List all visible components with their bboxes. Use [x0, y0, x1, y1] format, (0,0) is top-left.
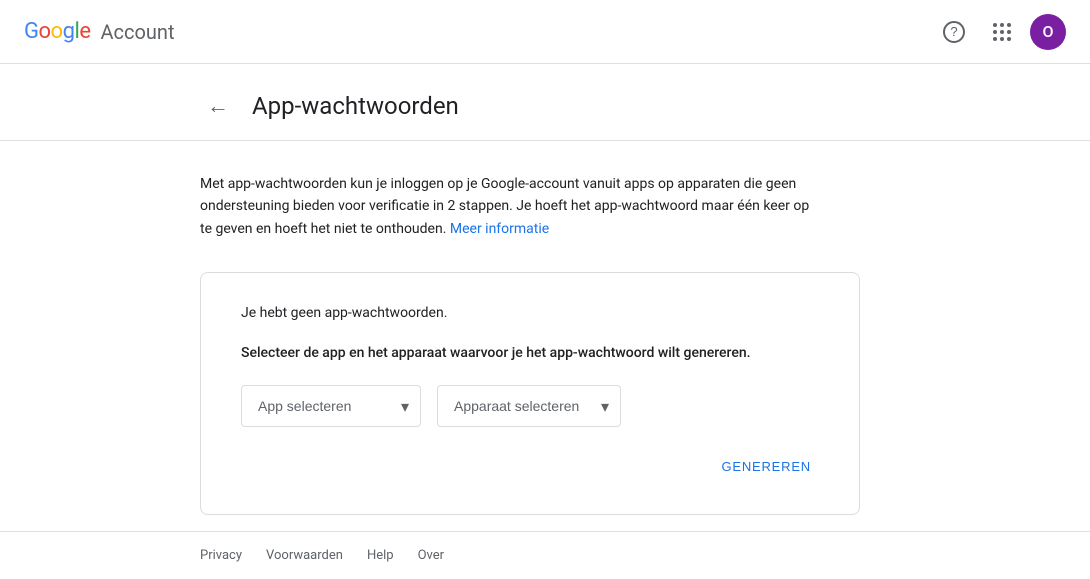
content-area: Met app-wachtwoorden kun je inloggen op … [0, 141, 1090, 531]
footer-over-link[interactable]: Over [418, 548, 444, 563]
grid-dot [1000, 30, 1004, 34]
grid-dot [1000, 23, 1004, 27]
footer: Privacy Voorwaarden Help Over [0, 531, 1090, 579]
grid-dot [1000, 37, 1004, 41]
back-button[interactable]: ← [200, 88, 236, 124]
selects-row: App selecteren ▾ Apparaat selecteren ▾ [241, 385, 819, 427]
grid-dot [1007, 23, 1011, 27]
grid-dot [1007, 37, 1011, 41]
footer-help-link[interactable]: Help [367, 548, 394, 563]
description-text: Met app-wachtwoorden kun je inloggen op … [200, 173, 820, 240]
apps-grid-icon [993, 23, 1011, 41]
logo-e: e [79, 19, 90, 44]
device-select[interactable]: Apparaat selecteren [437, 385, 621, 427]
app-select[interactable]: App selecteren [241, 385, 421, 427]
apps-button[interactable] [982, 12, 1022, 52]
header-actions: ? O [934, 12, 1066, 52]
page-header: ← App-wachtwoorden [0, 64, 1090, 141]
header: Google Account ? O [0, 0, 1090, 64]
logo-g: G [24, 19, 39, 44]
grid-dot [993, 30, 997, 34]
footer-privacy-link[interactable]: Privacy [200, 548, 242, 563]
logo-o1: o [39, 19, 51, 44]
generate-button[interactable]: GENEREREN [713, 451, 819, 482]
grid-dot [993, 23, 997, 27]
grid-dot [1007, 30, 1011, 34]
select-instruction-text: Selecteer de app en het apparaat waarvoo… [241, 345, 819, 361]
help-button[interactable]: ? [934, 12, 974, 52]
actions-row: GENEREREN [241, 451, 819, 482]
no-passwords-text: Je hebt geen app-wachtwoorden. [241, 305, 819, 321]
help-icon: ? [943, 21, 965, 43]
logo-g2: g [63, 19, 75, 44]
page-title: App-wachtwoorden [252, 92, 459, 120]
logo-o2: o [51, 19, 63, 44]
avatar[interactable]: O [1030, 14, 1066, 50]
google-logo: Google [24, 19, 90, 44]
device-select-wrapper: Apparaat selecteren ▾ [437, 385, 621, 427]
logo-area: Google Account [24, 19, 175, 44]
grid-dot [993, 37, 997, 41]
main-content: ← App-wachtwoorden Met app-wachtwoorden … [0, 64, 1090, 531]
app-passwords-card: Je hebt geen app-wachtwoorden. Selecteer… [200, 272, 860, 515]
account-label: Account [100, 20, 174, 44]
app-select-wrapper: App selecteren ▾ [241, 385, 421, 427]
footer-voorwaarden-link[interactable]: Voorwaarden [266, 548, 343, 563]
meer-informatie-link[interactable]: Meer informatie [450, 221, 549, 237]
back-arrow-icon: ← [207, 93, 229, 119]
